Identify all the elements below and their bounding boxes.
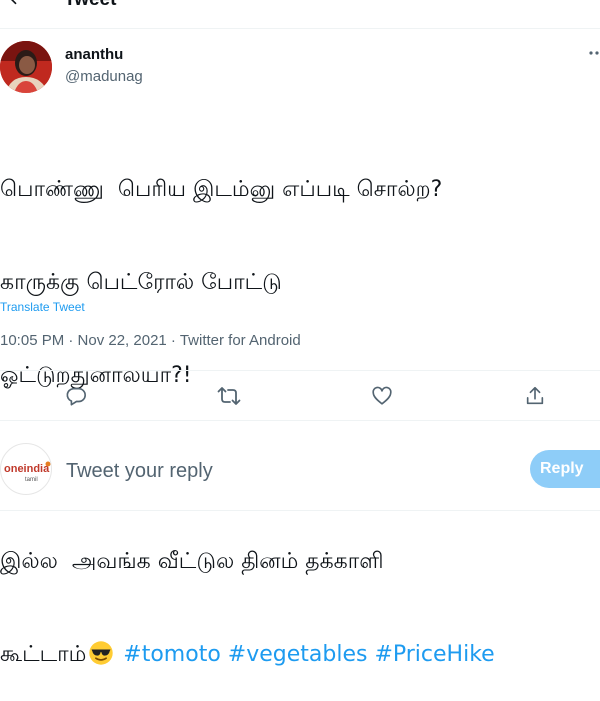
- like-icon: [372, 386, 392, 405]
- author-handle[interactable]: @madunag: [65, 68, 143, 86]
- more-options-icon[interactable]: [588, 44, 600, 58]
- tweet-line: பொண்ணு பெரிய இடம்னு எப்படி சொல்ற?: [0, 177, 443, 202]
- tweet-header: Tweet: [0, 0, 600, 29]
- retweet-icon: [217, 387, 241, 405]
- share-action[interactable]: [521, 382, 549, 410]
- logo-subtext: tamil: [25, 477, 38, 483]
- reply-button[interactable]: Reply: [530, 450, 600, 488]
- author-name[interactable]: ananthu: [65, 46, 123, 64]
- share-icon: [526, 386, 544, 405]
- page-title: Tweet: [64, 0, 116, 11]
- tweet-timestamp[interactable]: 10:05 PM · Nov 22, 2021 · Twitter for An…: [0, 332, 301, 350]
- logo-text: oneindia: [4, 463, 50, 475]
- divider: [0, 420, 600, 421]
- tweet-line: காருக்கு பெட்ரோல் போட்டு: [0, 270, 282, 295]
- translate-tweet-link[interactable]: Translate Tweet: [0, 300, 85, 314]
- retweet-action[interactable]: [215, 382, 243, 410]
- tweet-line: ஓட்டுறதுனாலயா?!: [0, 363, 192, 388]
- avatar[interactable]: [0, 41, 52, 93]
- divider: [0, 370, 600, 371]
- oneindia-logo: oneindia tamil: [0, 443, 52, 495]
- reply-action[interactable]: [62, 382, 90, 410]
- tweet-text: பொண்ணு பெரிய இடம்னு எப்படி சொல்ற? காருக்…: [0, 112, 600, 701]
- like-action[interactable]: [368, 382, 396, 410]
- hashtag-link[interactable]: #PriceHike: [374, 642, 494, 667]
- tweet-line: கூட்டாம் #tomoto #vegetables #PriceHike: [0, 639, 600, 670]
- tweet-line: இல்ல அவங்க வீட்டுல தினம் தக்காளி: [0, 549, 384, 574]
- back-arrow-icon[interactable]: [6, 0, 26, 8]
- divider: [0, 510, 600, 511]
- sunglasses-emoji-icon: [89, 641, 113, 665]
- hashtag-link[interactable]: #vegetables: [228, 642, 368, 667]
- tweet-line-prefix: கூட்டாம்: [0, 642, 87, 667]
- reply-icon: [66, 387, 86, 406]
- hashtag-link[interactable]: #tomoto: [123, 642, 221, 667]
- reply-input[interactable]: [66, 458, 466, 484]
